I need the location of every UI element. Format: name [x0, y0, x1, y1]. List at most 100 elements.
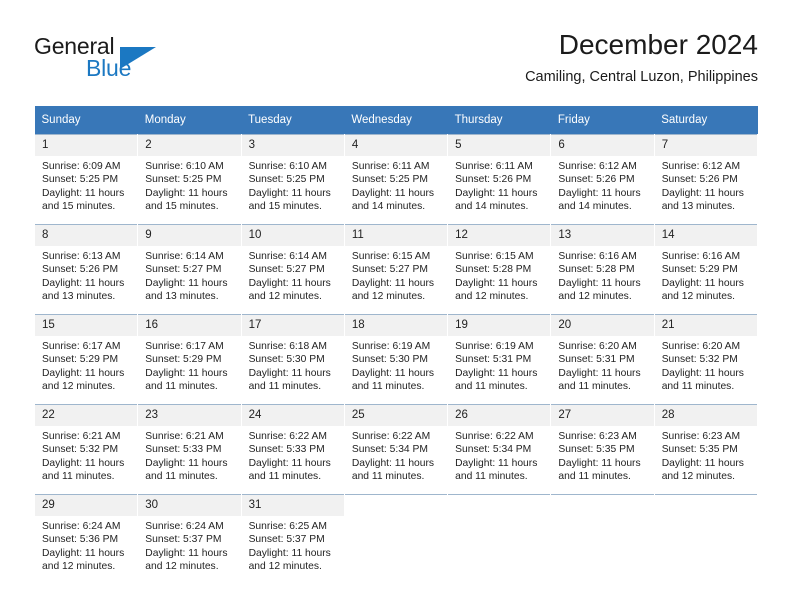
page-title: December 2024 [558, 29, 758, 60]
day-details: Sunrise: 6:20 AM Sunset: 5:32 PM Daylight:… [655, 336, 757, 394]
sunset-text: Sunset: 5:37 PM [145, 534, 222, 546]
daylight-text-line1: Daylight: 11 hours [351, 187, 435, 199]
sunset-text: Sunset: 5:29 PM [42, 354, 119, 366]
sunset-text: Sunset: 5:30 PM [248, 354, 325, 366]
day-cell-content[interactable]: 12 Sunrise: 6:15 AM Sunset: 5:28 PM Dayligh… [448, 225, 551, 314]
daylight-text-line2: and 14 minutes. [351, 201, 426, 213]
calendar-day-cell: 4 Sunrise: 6:11 AM Sunset: 5:25 PM Daylight… [343, 134, 449, 225]
day-cell-content[interactable]: 2 Sunrise: 6:10 AM Sunset: 5:25 PM Daylight… [138, 135, 241, 224]
sunset-text: Sunset: 5:31 PM [455, 354, 532, 366]
day-cell-content[interactable]: 19 Sunrise: 6:19 AM Sunset: 5:31 PM Dayligh… [448, 315, 551, 404]
day-cell-content[interactable]: 27 Sunrise: 6:23 AM Sunset: 5:35 PM Dayligh… [551, 405, 654, 494]
daylight-text-line2: and 13 minutes. [42, 291, 116, 303]
day-cell-content[interactable]: 15 Sunrise: 6:17 AM Sunset: 5:29 PM Dayligh… [35, 315, 138, 404]
day-details: Sunrise: 6:21 AM Sunset: 5:33 PM Daylight:… [138, 426, 240, 484]
daylight-text-line1: Daylight: 11 hours [351, 277, 435, 289]
sunrise-text: Sunrise: 6:23 AM [558, 431, 637, 442]
day-cell-content[interactable]: 25 Sunrise: 6:22 AM Sunset: 5:34 PM Dayligh… [344, 405, 448, 494]
day-number: 21 [654, 315, 757, 336]
day-number: 13 [551, 225, 654, 246]
calendar-day-cell: 26 Sunrise: 6:22 AM Sunset: 5:34 PM Dayligh… [447, 404, 552, 495]
sunrise-text: Sunrise: 6:16 AM [661, 251, 741, 262]
empty-placeholder [345, 495, 447, 584]
day-details: Sunrise: 6:10 AM Sunset: 5:25 PM Daylight:… [242, 156, 344, 214]
day-details: Sunrise: 6:22 AM Sunset: 5:34 PM Daylight:… [448, 426, 550, 484]
sunrise-text: Sunrise: 6:10 AM [145, 161, 224, 172]
day-cell-content[interactable]: 24 Sunrise: 6:22 AM Sunset: 5:33 PM Dayligh… [241, 405, 344, 494]
day-cell-content[interactable]: 10 Sunrise: 6:14 AM Sunset: 5:27 PM Dayligh… [241, 225, 344, 314]
day-cell-content[interactable]: 23 Sunrise: 6:21 AM Sunset: 5:33 PM Dayligh… [138, 405, 241, 494]
day-details: Sunrise: 6:15 AM Sunset: 5:27 PM Daylight:… [345, 246, 447, 304]
calendar-day-cell: 22 Sunrise: 6:21 AM Sunset: 5:32 PM Dayligh… [33, 404, 139, 495]
sunrise-text: Sunrise: 6:15 AM [351, 251, 431, 262]
calendar-day-cell: 8 Sunrise: 6:13 AM Sunset: 5:26 PM Daylight… [33, 224, 139, 315]
calendar-body: 1 Sunrise: 6:09 AM Sunset: 5:25 PM Daylight… [33, 134, 759, 584]
day-cell-content[interactable]: 1 Sunrise: 6:09 AM Sunset: 5:25 PM Daylight… [35, 135, 138, 224]
day-cell-content[interactable]: 31 Sunrise: 6:25 AM Sunset: 5:37 PM Dayligh… [241, 495, 344, 584]
sunset-text: Sunset: 5:28 PM [455, 264, 532, 276]
calendar-day-cell: 20 Sunrise: 6:20 AM Sunset: 5:31 PM Dayligh… [550, 314, 655, 405]
sunset-text: Sunset: 5:26 PM [42, 264, 119, 276]
day-cell-content[interactable]: 4 Sunrise: 6:11 AM Sunset: 5:25 PM Daylight… [344, 135, 448, 224]
calendar-day-cell: 16 Sunrise: 6:17 AM Sunset: 5:29 PM Dayligh… [137, 314, 242, 405]
daylight-text-line2: and 15 minutes. [42, 201, 116, 213]
day-cell-content[interactable]: 22 Sunrise: 6:21 AM Sunset: 5:32 PM Dayligh… [35, 405, 138, 494]
day-cell-content[interactable]: 28 Sunrise: 6:23 AM Sunset: 5:35 PM Dayligh… [654, 405, 757, 494]
day-details: Sunrise: 6:17 AM Sunset: 5:29 PM Daylight:… [35, 336, 137, 394]
calendar-empty-cell [550, 494, 655, 584]
day-number: 16 [138, 315, 241, 336]
general-blue-logo[interactable]: General Blue [34, 33, 204, 85]
sunset-text: Sunset: 5:35 PM [558, 444, 635, 456]
daylight-text-line2: and 13 minutes. [145, 291, 219, 303]
weekday-header-monday: Monday [137, 106, 242, 135]
daylight-text-line1: Daylight: 11 hours [455, 367, 538, 379]
day-cell-content[interactable]: 18 Sunrise: 6:19 AM Sunset: 5:30 PM Dayligh… [344, 315, 448, 404]
day-cell-content[interactable]: 17 Sunrise: 6:18 AM Sunset: 5:30 PM Dayligh… [241, 315, 344, 404]
day-cell-content[interactable]: 3 Sunrise: 6:10 AM Sunset: 5:25 PM Daylight… [241, 135, 344, 224]
day-cell-content[interactable]: 20 Sunrise: 6:20 AM Sunset: 5:31 PM Dayligh… [551, 315, 654, 404]
sunset-text: Sunset: 5:27 PM [248, 264, 325, 276]
day-details: Sunrise: 6:12 AM Sunset: 5:26 PM Daylight:… [655, 156, 757, 214]
day-cell-content[interactable]: 14 Sunrise: 6:16 AM Sunset: 5:29 PM Dayligh… [654, 225, 757, 314]
day-cell-content[interactable]: 13 Sunrise: 6:16 AM Sunset: 5:28 PM Dayligh… [551, 225, 654, 314]
day-number: 15 [35, 315, 138, 336]
sunset-text: Sunset: 5:31 PM [558, 354, 635, 366]
day-cell-content[interactable]: 7 Sunrise: 6:12 AM Sunset: 5:26 PM Daylight… [654, 135, 757, 224]
daylight-text-line1: Daylight: 11 hours [248, 457, 331, 469]
weekday-header-wednesday: Wednesday [344, 106, 448, 135]
daylight-text-line1: Daylight: 11 hours [351, 367, 435, 379]
day-details: Sunrise: 6:24 AM Sunset: 5:36 PM Daylight:… [35, 516, 137, 574]
day-cell-content[interactable]: 5 Sunrise: 6:11 AM Sunset: 5:26 PM Daylight… [448, 135, 551, 224]
sunrise-text: Sunrise: 6:09 AM [42, 161, 121, 172]
day-cell-content[interactable]: 6 Sunrise: 6:12 AM Sunset: 5:26 PM Daylight… [551, 135, 654, 224]
day-cell-content[interactable]: 26 Sunrise: 6:22 AM Sunset: 5:34 PM Dayligh… [448, 405, 551, 494]
daylight-text-line1: Daylight: 11 hours [351, 457, 435, 469]
daylight-text-line1: Daylight: 11 hours [248, 187, 331, 199]
day-number: 24 [241, 405, 344, 426]
day-details: Sunrise: 6:25 AM Sunset: 5:37 PM Daylight:… [242, 516, 344, 574]
day-details: Sunrise: 6:10 AM Sunset: 5:25 PM Daylight:… [138, 156, 240, 214]
day-details: Sunrise: 6:14 AM Sunset: 5:27 PM Daylight:… [242, 246, 344, 304]
sunrise-text: Sunrise: 6:19 AM [455, 341, 534, 352]
day-number: 1 [35, 135, 138, 156]
day-cell-content[interactable]: 29 Sunrise: 6:24 AM Sunset: 5:36 PM Dayligh… [35, 495, 138, 584]
daylight-text-line1: Daylight: 11 hours [145, 277, 228, 289]
day-number: 25 [344, 405, 448, 426]
day-cell-content[interactable]: 16 Sunrise: 6:17 AM Sunset: 5:29 PM Dayligh… [138, 315, 241, 404]
day-details: Sunrise: 6:20 AM Sunset: 5:31 PM Daylight:… [551, 336, 653, 394]
day-cell-content[interactable]: 21 Sunrise: 6:20 AM Sunset: 5:32 PM Dayligh… [654, 315, 757, 404]
day-cell-content[interactable]: 8 Sunrise: 6:13 AM Sunset: 5:26 PM Daylight… [35, 225, 138, 314]
day-cell-content[interactable]: 9 Sunrise: 6:14 AM Sunset: 5:27 PM Daylight… [138, 225, 241, 314]
day-cell-content[interactable]: 30 Sunrise: 6:24 AM Sunset: 5:37 PM Dayligh… [138, 495, 241, 584]
daylight-text-line2: and 13 minutes. [661, 201, 735, 213]
calendar-week-row: 22 Sunrise: 6:21 AM Sunset: 5:32 PM Dayligh… [33, 404, 759, 495]
day-details: Sunrise: 6:15 AM Sunset: 5:28 PM Daylight:… [448, 246, 550, 304]
sunrise-text: Sunrise: 6:20 AM [661, 341, 741, 352]
sunrise-text: Sunrise: 6:13 AM [42, 251, 121, 262]
calendar-day-cell: 27 Sunrise: 6:23 AM Sunset: 5:35 PM Dayligh… [550, 404, 655, 495]
calendar-day-cell: 11 Sunrise: 6:15 AM Sunset: 5:27 PM Dayligh… [343, 224, 449, 315]
day-cell-content[interactable]: 11 Sunrise: 6:15 AM Sunset: 5:27 PM Dayligh… [344, 225, 448, 314]
daylight-text-line2: and 11 minutes. [455, 471, 528, 483]
sunrise-text: Sunrise: 6:18 AM [248, 341, 327, 352]
daylight-text-line1: Daylight: 11 hours [145, 547, 228, 559]
